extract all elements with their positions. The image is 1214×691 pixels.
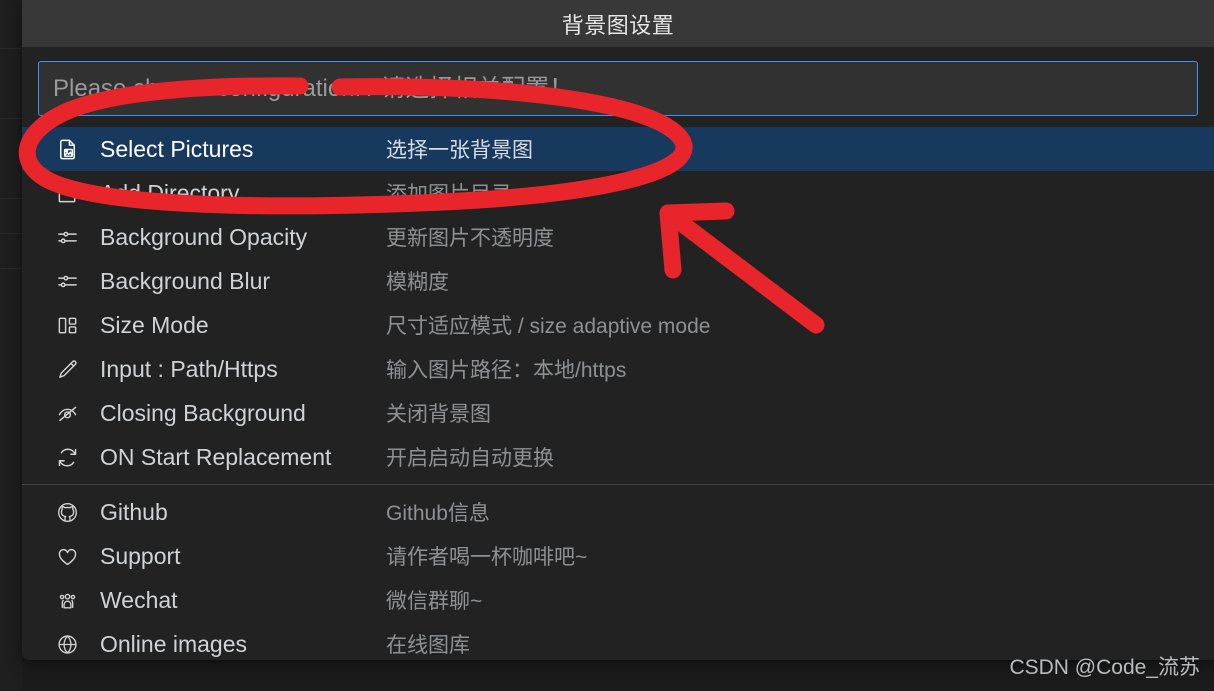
heart-icon [52,541,82,571]
folder-icon [52,178,82,208]
background-divider [0,198,22,199]
list-item-description: 模糊度 [386,271,449,294]
globe-icon [52,629,82,659]
quick-pick-dialog: 背景图设置 Select Pictures 选择一张背景图 [22,0,1214,660]
list-item-description: 关闭背景图 [386,403,491,426]
list-item-description: 请作者喝一杯咖啡吧~ [386,546,588,569]
list-item-label: Size Mode [100,311,209,338]
list-item-label: ON Start Replacement [100,443,332,470]
list-item-label: Background Opacity [100,223,308,250]
page-title: 背景图设置 [561,12,675,38]
dialog-titlebar: 背景图设置 [22,0,1214,47]
github-icon [52,497,82,527]
list-item-label: Add Directory [100,179,240,206]
list-item-description: 更新图片不透明度 [386,227,554,250]
list-item-description: 添加图片目录 [386,183,512,206]
list-item-github[interactable]: Github Github信息 [22,490,1214,534]
list-item-label: Background Blur [100,267,271,294]
sliders-icon [52,266,82,296]
refresh-icon [52,442,82,472]
list-item-label: Support [100,542,181,569]
list-item-label: Online images [100,630,248,657]
quick-pick-list: Select Pictures 选择一张背景图 Add Directory 添加… [22,127,1214,660]
list-item-select-pictures[interactable]: Select Pictures 选择一张背景图 [22,127,1214,171]
list-item-background-blur[interactable]: Background Blur 模糊度 [22,259,1214,303]
eye-off-icon [52,398,82,428]
editor-background [0,0,22,691]
layout-split-icon [52,310,82,340]
list-item-closing-background[interactable]: Closing Background 关闭背景图 [22,391,1214,435]
list-item-label: Closing Background [100,399,306,426]
list-item-description: 尺寸适应模式 / size adaptive mode [386,315,711,338]
background-divider [0,118,22,119]
list-item-description: 开启启动自动更换 [386,447,554,470]
list-item-support[interactable]: Support 请作者喝一杯咖啡吧~ [22,534,1214,578]
list-item-on-start-replacement[interactable]: ON Start Replacement 开启启动自动更换 [22,435,1214,479]
list-item-description: Github信息 [386,502,490,525]
list-item-label: Wechat [100,586,178,613]
list-item-label: Github [100,498,168,525]
list-item-description: 在线图库 [386,634,470,657]
list-item-background-opacity[interactable]: Background Opacity 更新图片不透明度 [22,215,1214,259]
list-item-label: Select Pictures [100,135,254,162]
list-separator [22,484,1214,485]
watermark: CSDN @Code_流苏 [1009,656,1200,679]
background-divider [0,268,22,269]
list-item-description: 输入图片路径：本地/https [386,359,627,382]
background-divider [0,233,22,234]
list-item-input-path-https[interactable]: Input : Path/Https 输入图片路径：本地/https [22,347,1214,391]
list-item-label: Input : Path/Https [100,355,278,382]
pencil-icon [52,354,82,384]
background-divider [0,48,22,49]
sliders-icon [52,222,82,252]
list-item-description: 选择一张背景图 [386,139,533,162]
search-input[interactable] [38,61,1198,116]
people-group-icon [52,585,82,615]
file-image-icon [52,134,82,164]
list-item-add-directory[interactable]: Add Directory 添加图片目录 [22,171,1214,215]
list-item-size-mode[interactable]: Size Mode 尺寸适应模式 / size adaptive mode [22,303,1214,347]
list-item-description: 微信群聊~ [386,590,483,613]
search-input-container [22,47,1214,126]
list-item-wechat[interactable]: Wechat 微信群聊~ [22,578,1214,622]
